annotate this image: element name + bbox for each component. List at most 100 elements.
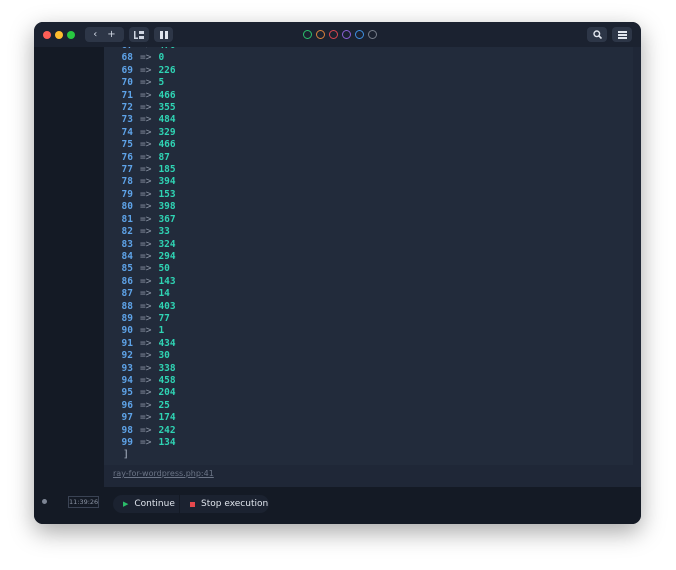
timestamp: 11:39:26 bbox=[68, 496, 99, 508]
entry-value: 466 bbox=[158, 139, 176, 151]
back-icon[interactable]: ‹ bbox=[93, 29, 97, 40]
color-filter-circle[interactable] bbox=[303, 30, 312, 39]
pause-icon bbox=[159, 30, 168, 39]
entry-arrow: => bbox=[140, 164, 152, 176]
entry-key: 91 bbox=[121, 337, 133, 349]
array-entry: 97 => 174 bbox=[104, 412, 176, 424]
entry-key: 99 bbox=[121, 437, 133, 448]
entry-arrow: => bbox=[140, 226, 152, 238]
footer-bar: 11:39:26 ▶ Continue Stop execution bbox=[34, 487, 641, 524]
entry-value: 484 bbox=[158, 114, 176, 126]
close-window-button[interactable] bbox=[43, 31, 51, 39]
entry-value: 30 bbox=[158, 350, 170, 362]
color-filter-circle[interactable] bbox=[368, 30, 377, 39]
entry-value: 355 bbox=[158, 102, 176, 114]
entry-value: 367 bbox=[158, 213, 176, 225]
entry-key: 96 bbox=[121, 399, 133, 411]
entry-value: 398 bbox=[158, 201, 176, 213]
entry-value: 324 bbox=[158, 238, 176, 250]
entry-arrow: => bbox=[140, 275, 152, 287]
array-entry: 78 => 394 bbox=[104, 176, 176, 188]
entry-arrow: => bbox=[140, 300, 152, 312]
array-entry: 88 => 403 bbox=[104, 301, 176, 313]
entry-arrow: => bbox=[140, 238, 152, 250]
entry-value: 153 bbox=[158, 188, 176, 200]
continue-button[interactable]: ▶ Continue bbox=[113, 495, 179, 513]
entry-key: 97 bbox=[121, 412, 133, 424]
entry-arrow: => bbox=[140, 350, 152, 362]
color-filter-circle[interactable] bbox=[342, 30, 351, 39]
origin-file-link[interactable]: ray-for-wordpress.php:41 bbox=[113, 468, 214, 479]
array-entry: 85 => 50 bbox=[104, 263, 176, 275]
maximize-window-button[interactable] bbox=[67, 31, 75, 39]
array-entry: 98 => 242 bbox=[104, 425, 176, 437]
array-entry: 84 => 294 bbox=[104, 251, 176, 263]
color-filter-circle[interactable] bbox=[316, 30, 325, 39]
entry-value: 338 bbox=[158, 362, 176, 374]
search-icon bbox=[592, 30, 602, 39]
entry-arrow: => bbox=[140, 201, 152, 213]
array-entry: 92 => 30 bbox=[104, 350, 176, 362]
play-icon: ▶ bbox=[123, 500, 129, 508]
menu-icon bbox=[617, 30, 627, 39]
entry-arrow: => bbox=[140, 126, 152, 138]
entry-key: 72 bbox=[121, 102, 133, 114]
entry-key: 76 bbox=[121, 151, 133, 163]
entry-key: 81 bbox=[121, 213, 133, 225]
entry-value: 470 bbox=[158, 47, 175, 51]
entry-key: 73 bbox=[121, 114, 133, 126]
array-entry: 95 => 204 bbox=[104, 387, 176, 399]
entry-arrow: => bbox=[140, 52, 152, 64]
array-entry: 80 => 398 bbox=[104, 201, 176, 213]
minimize-window-button[interactable] bbox=[55, 31, 63, 39]
entry-arrow: => bbox=[140, 151, 152, 163]
entry-arrow: => bbox=[140, 114, 152, 126]
entry-arrow: => bbox=[140, 325, 152, 337]
sidebar bbox=[34, 47, 104, 487]
closing-bracket: ] bbox=[123, 449, 130, 461]
array-entry: 76 => 87 bbox=[104, 152, 176, 164]
entry-value: 174 bbox=[158, 412, 176, 424]
entry-value: 294 bbox=[158, 250, 176, 262]
array-entry: 94 => 458 bbox=[104, 375, 176, 387]
array-entry: 73 => 484 bbox=[104, 114, 176, 126]
color-filter-group bbox=[303, 30, 377, 39]
entry-value: 394 bbox=[158, 176, 176, 188]
entry-value: 458 bbox=[158, 374, 176, 386]
entry-key: 77 bbox=[121, 164, 133, 176]
entry-key: 75 bbox=[121, 139, 133, 151]
color-filter-circle[interactable] bbox=[355, 30, 364, 39]
pause-button[interactable] bbox=[154, 27, 173, 42]
entry-arrow: => bbox=[140, 47, 151, 51]
entry-arrow: => bbox=[140, 213, 152, 225]
menu-button[interactable] bbox=[612, 27, 632, 42]
add-icon[interactable]: + bbox=[107, 29, 115, 40]
entry-arrow: => bbox=[140, 89, 152, 101]
entry-value: 5 bbox=[158, 77, 165, 89]
entry-arrow: => bbox=[140, 64, 152, 76]
entry-key: 90 bbox=[121, 325, 133, 337]
array-entry: 72 => 355 bbox=[104, 102, 176, 114]
search-button[interactable] bbox=[587, 27, 607, 42]
array-entry: 82 => 33 bbox=[104, 226, 176, 238]
entry-key: 71 bbox=[121, 89, 133, 101]
stop-label: Stop execution bbox=[201, 499, 269, 509]
layout-toggle-button[interactable] bbox=[129, 27, 149, 42]
array-entry: 79 => 153 bbox=[104, 189, 176, 201]
layout-icon bbox=[134, 30, 144, 39]
entry-value: 50 bbox=[158, 263, 170, 275]
entry-arrow: => bbox=[140, 387, 152, 399]
array-entry: 90 => 1 bbox=[104, 325, 176, 337]
entry-value: 77 bbox=[158, 312, 170, 324]
entry-key: 92 bbox=[121, 350, 133, 362]
array-dump: 67=>47068=>069=>22670=>571=>46672=>35573… bbox=[104, 47, 633, 465]
entry-arrow: => bbox=[140, 412, 152, 424]
array-entry: 99 => 134 bbox=[104, 437, 176, 449]
array-entry: 83 => 324 bbox=[104, 239, 176, 251]
color-filter-circle[interactable] bbox=[329, 30, 338, 39]
stop-execution-button[interactable]: Stop execution bbox=[180, 495, 269, 513]
entry-value: 0 bbox=[158, 52, 165, 64]
entry-value: 14 bbox=[158, 288, 170, 300]
entry-arrow: => bbox=[140, 374, 152, 386]
entry-key: 80 bbox=[121, 201, 133, 213]
